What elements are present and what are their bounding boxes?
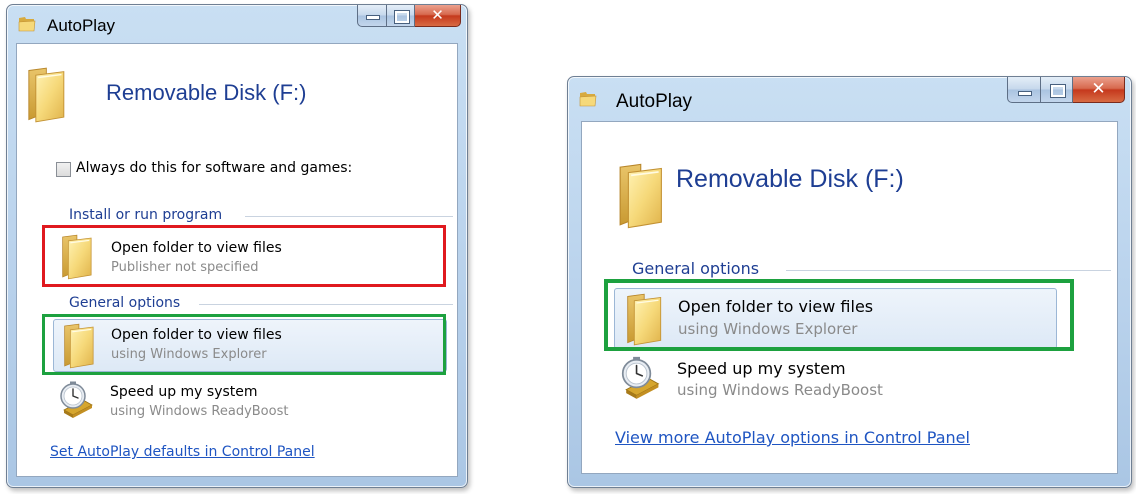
control-panel-link[interactable]: View more AutoPlay options in Control Pa… xyxy=(615,428,970,447)
group-heading-general: General options xyxy=(632,259,760,278)
option-subtitle: using Windows ReadyBoost xyxy=(110,404,289,419)
caption-buttons: ✕ xyxy=(1007,77,1125,103)
maximize-icon xyxy=(393,9,410,24)
group-heading-general: General options xyxy=(69,295,181,311)
window-title: AutoPlay xyxy=(47,16,116,35)
control-panel-link[interactable]: Set AutoPlay defaults in Control Panel xyxy=(50,444,315,460)
device-name: Removable Disk (F:) xyxy=(106,80,307,105)
close-icon: ✕ xyxy=(431,6,444,24)
caption-buttons: ✕ xyxy=(357,5,461,27)
option-title: Speed up my system xyxy=(677,359,846,378)
drive-folder-icon xyxy=(20,67,68,123)
group-divider xyxy=(786,270,1111,271)
readyboost-icon xyxy=(56,379,96,419)
autoplay-folder-icon xyxy=(579,91,597,107)
autoplay-folder-icon xyxy=(18,16,36,32)
minimize-icon xyxy=(1018,91,1032,96)
always-do-this-label: Always do this for software and games: xyxy=(76,160,353,176)
maximize-button[interactable] xyxy=(1041,77,1073,103)
close-button[interactable]: ✕ xyxy=(1073,77,1125,103)
minimize-button[interactable] xyxy=(1007,77,1041,103)
group-heading-install: Install or run program xyxy=(69,207,223,223)
group-divider xyxy=(245,216,453,217)
window-title: AutoPlay xyxy=(616,91,693,112)
highlight-green-box xyxy=(42,314,446,375)
close-icon: ✕ xyxy=(1091,79,1106,99)
readyboost-icon xyxy=(617,354,663,400)
maximize-button[interactable] xyxy=(387,5,415,27)
always-do-this-checkbox[interactable] xyxy=(56,162,71,177)
minimize-icon xyxy=(366,15,380,20)
maximize-icon xyxy=(1049,83,1066,98)
title-bar[interactable]: AutoPlay ✕ xyxy=(7,5,467,43)
drive-folder-icon xyxy=(610,163,666,229)
option-title: Speed up my system xyxy=(110,384,258,400)
option-speed-up-system[interactable]: Speed up my system using Windows ReadyBo… xyxy=(614,351,1057,407)
group-divider xyxy=(199,304,453,305)
title-bar[interactable]: AutoPlay ✕ xyxy=(568,77,1131,115)
device-name: Removable Disk (F:) xyxy=(676,165,904,193)
minimize-button[interactable] xyxy=(357,5,387,27)
highlight-red-box xyxy=(42,225,446,287)
highlight-green-box xyxy=(604,279,1074,351)
option-subtitle: using Windows ReadyBoost xyxy=(677,381,883,399)
option-speed-up-system[interactable]: Speed up my system using Windows ReadyBo… xyxy=(53,375,447,425)
close-button[interactable]: ✕ xyxy=(415,5,461,27)
